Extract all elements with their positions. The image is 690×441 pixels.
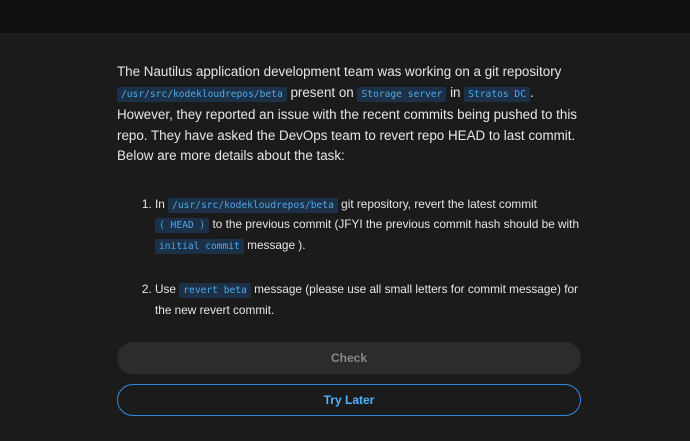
intro-text: present on [286,84,358,100]
commit-message-code: initial commit [155,238,244,254]
task-text: In [155,196,169,211]
intro-text: The Nautilus application development tea… [117,64,562,79]
repo-path-code: /usr/src/kodekloudrepos/beta [168,197,338,213]
revert-message-code: revert beta [179,283,251,299]
task-text: message ). [243,237,306,252]
task-item: In /usr/src/kodekloudrepos/beta git repo… [155,195,581,257]
task-description: The Nautilus application development tea… [117,62,581,319]
task-text: git repository, revert the latest commit [337,196,537,211]
try-later-button[interactable]: Try Later [117,384,581,416]
task-text: Use [155,282,180,297]
task-list: In /usr/src/kodekloudrepos/beta git repo… [117,195,581,320]
intro-text: in [446,84,465,100]
task-item: Use revert beta message (please use all … [155,280,581,319]
intro-paragraph: The Nautilus application development tea… [117,62,581,167]
check-button[interactable]: Check [117,342,581,374]
datacenter-code: Stratos DC [464,86,530,102]
top-bar [0,0,690,33]
head-code: ( HEAD ) [155,218,210,234]
repo-path-code: /usr/src/kodekloudrepos/beta [117,86,287,102]
server-name-code: Storage server [357,86,447,102]
task-text: to the previous commit (JFYI the previou… [209,217,580,232]
